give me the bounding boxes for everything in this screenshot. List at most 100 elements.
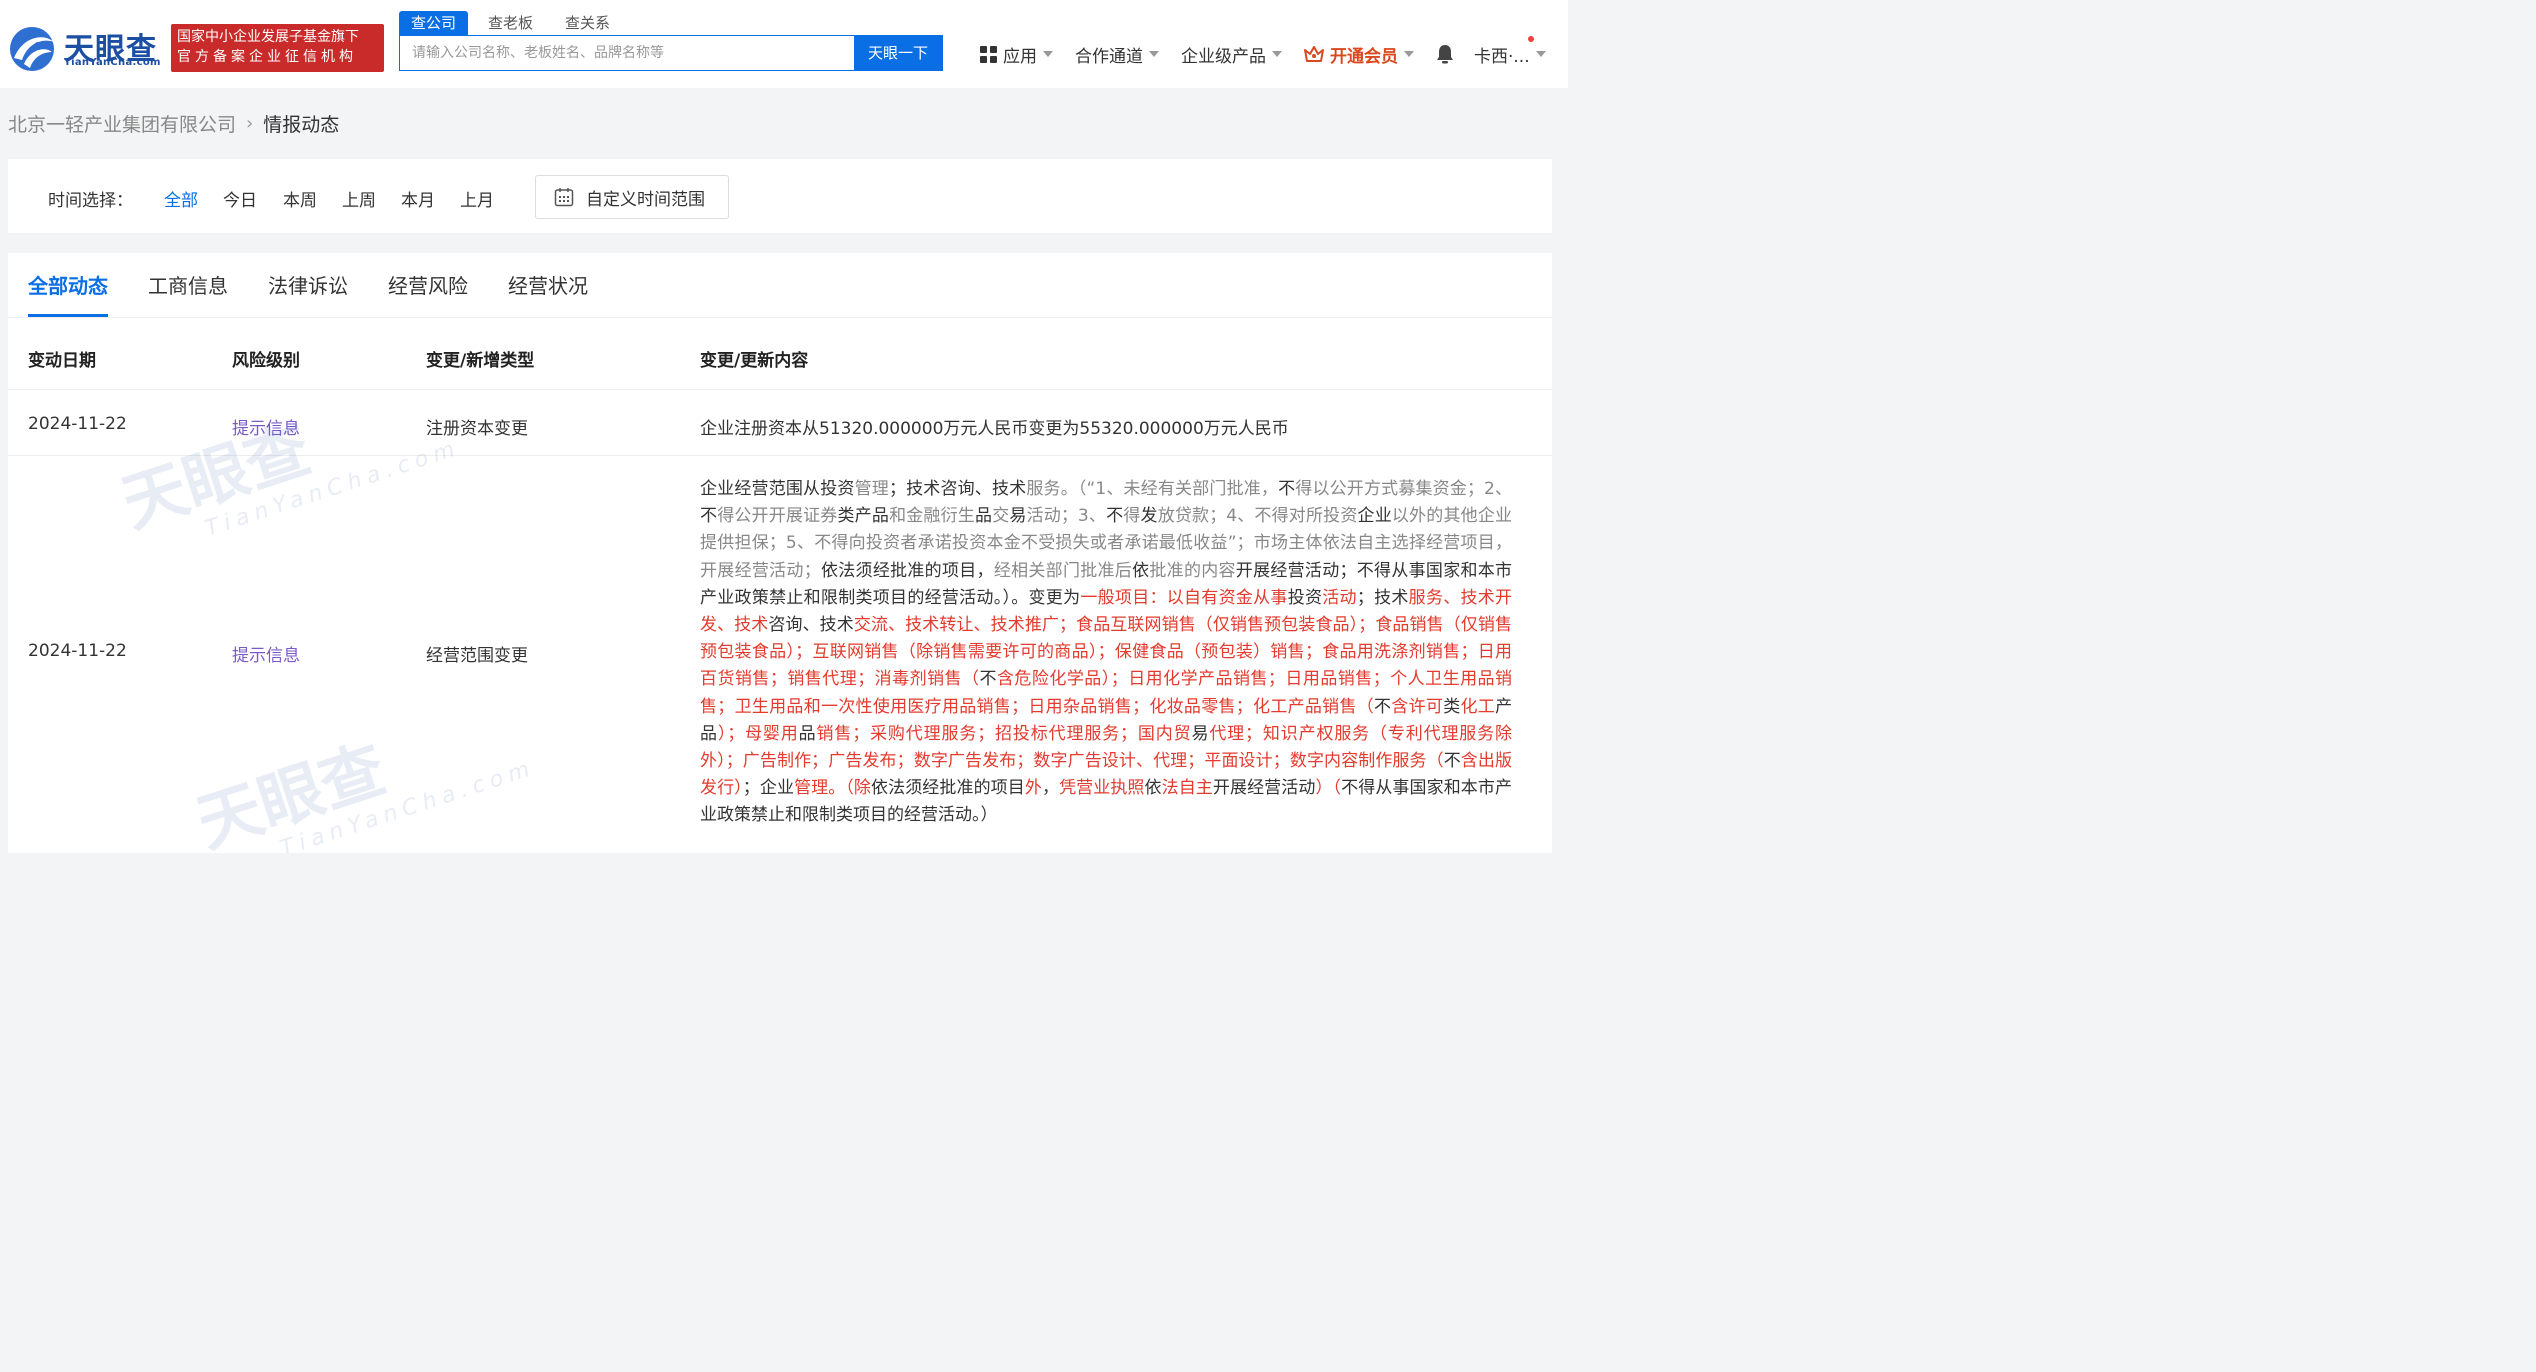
nav-partner[interactable]: 合作通道 [1075,42,1159,67]
bell-icon[interactable] [1436,44,1454,64]
content-segment: 依 [1144,778,1162,799]
crown-icon [1304,46,1324,62]
calendar-icon [554,188,574,207]
row-risk-level[interactable]: 提示信息 [232,414,300,439]
time-option-today[interactable]: 今日 [223,186,257,211]
search-box: 天眼一下 [399,35,943,71]
apps-grid-icon [980,45,997,63]
logo-eye-icon [10,27,54,71]
tab-legal[interactable]: 法律诉讼 [268,253,348,317]
content-segment: 类 [1443,696,1461,717]
chevron-down-icon [1404,51,1414,57]
tab-operation[interactable]: 经营状况 [508,253,588,317]
content-segment: 得 [1123,506,1141,527]
content-segment: 外 [1024,778,1042,799]
content-segment: 管理 [854,479,889,499]
content-segment: 含许可 [1391,696,1444,717]
content-segment: 得公开开展证券 [717,506,838,527]
nav-apps[interactable]: 应用 [980,42,1053,67]
tianyancha-logo[interactable]: 天眼查 TianYanCha.com [8,24,168,74]
content-segment: 不 [1374,696,1392,717]
search-tab-company[interactable]: 查公司 [399,11,469,35]
time-filter-label: 时间选择： [48,191,133,211]
content-segment: 开展经营活动 [1212,778,1316,799]
nav-partner-label: 合作通道 [1075,46,1143,67]
time-option-this-week[interactable]: 本周 [283,186,317,211]
content-segment: ）；母婴用 [717,723,799,744]
gov-badge-line2: 官方备案企业征信机构 [177,49,357,65]
content-segment: 依法须经批准的项目 [871,778,1025,799]
content-segment: ；技术 [1356,587,1409,608]
time-filter-card: 时间选择： 全部 今日 本周 上周 本月 上月 自定义时间范围 [8,159,1552,233]
breadcrumb: 北京一轻产业集团有限公司 › 情报动态 [8,110,339,137]
content-segment: 品 [798,723,817,744]
gov-badge-line1: 国家中小企业发展子基金旗下 [177,29,359,45]
chevron-down-icon [1043,51,1053,57]
content-segment: 销售；采购代理服务；招投标代理服务；国内贸 [816,723,1192,744]
row-content: 企业经营范围从投资管理；技术咨询、技术服务。（“1、未经有关部门批准，不得以公开… [700,476,1512,830]
row-risk-level[interactable]: 提示信息 [232,641,300,666]
content-segment: 放贷款；4、不得对所投资 [1157,506,1358,527]
content-segment: 不 [1278,479,1296,499]
content-segment: ；技术咨询、技术 [888,479,1027,499]
nav-vip[interactable]: 开通会员 [1304,42,1414,67]
custom-range-button[interactable]: 自定义时间范围 [535,175,729,219]
top-nav: 应用 合作通道 企业级产品 开通会员 卡西·... [980,35,1568,68]
content-segment: 依法须经批准的项目， [820,560,994,581]
content-segment: 投资 [1287,587,1323,608]
content-segment: 不 [1106,506,1124,527]
custom-range-label: 自定义时间范围 [586,189,705,210]
content-segment: 凭营业执照 [1059,778,1145,799]
top-header: 天眼查 TianYanCha.com 国家中小企业发展子基金旗下 官方备案企业征… [0,0,1568,88]
search-tab-relation[interactable]: 查关系 [553,11,622,35]
content-segment: ；企业 [742,778,795,799]
search-input[interactable] [400,36,854,70]
header-date: 变动日期 [28,351,96,371]
chevron-down-icon [1535,51,1546,57]
search-type-tabs: 查公司 查老板 查关系 [399,11,630,35]
row-date: 2024-11-22 [28,414,127,434]
row-change-type: 经营范围变更 [426,646,528,666]
table-header: 变动日期 风险级别 变更/新增类型 变更/更新内容 [8,318,1552,390]
logo-subtext: TianYanCha.com [64,57,161,68]
time-option-last-month[interactable]: 上月 [460,186,494,211]
header-content: 变更/更新内容 [700,351,809,371]
time-option-this-month[interactable]: 本月 [401,186,435,211]
content-segment: 活动 [1322,587,1357,608]
nav-user[interactable]: 卡西·... [1474,35,1546,67]
table-row: 2024-11-22 提示信息 注册资本变更 企业注册资本从51320.0000… [8,390,1552,456]
row-content: 企业注册资本从51320.000000万元人民币变更为55320.000000万… [700,419,1289,439]
time-option-all[interactable]: 全部 [164,186,198,211]
search-button[interactable]: 天眼一下 [854,36,942,70]
tab-business-info[interactable]: 工商信息 [148,253,228,317]
content-segment: 活动；3、 [1026,506,1107,527]
chevron-down-icon [1272,51,1282,57]
nav-enterprise[interactable]: 企业级产品 [1181,42,1282,67]
chevron-down-icon [1149,51,1159,57]
breadcrumb-current: 情报动态 [263,114,340,136]
search-tab-boss[interactable]: 查老板 [476,11,545,35]
content-segment: 化工 [1460,696,1496,717]
content-segment: 经相关部门批准后 [993,560,1133,581]
time-option-last-week[interactable]: 上周 [342,186,376,211]
nav-apps-label: 应用 [1003,46,1037,67]
category-tabs: 全部动态 工商信息 法律诉讼 经营风险 经营状况 [28,253,628,317]
content-segment: 企业 [1357,506,1392,527]
content-segment: 不 [1443,751,1461,772]
content-segment: 服务。（“1、未经有关部门批准， [1026,479,1279,499]
content-segment: 品 [975,506,993,527]
content-segment: 类产品 [837,506,890,527]
content-segment: 不 [979,669,997,690]
content-segment: 一般项目：以自有资金从事 [1080,587,1288,608]
row-change-type: 注册资本变更 [426,419,528,439]
tab-all[interactable]: 全部动态 [28,253,108,317]
content-segment: 易 [1009,506,1027,527]
header-risk: 风险级别 [232,351,300,371]
breadcrumb-company[interactable]: 北京一轻产业集团有限公司 [8,110,236,137]
content-segment: 企业经营范围从投资 [700,479,855,499]
tab-risk[interactable]: 经营风险 [388,253,468,317]
chevron-right-icon: › [246,113,254,134]
content-segment: 咨询、技术 [768,615,854,636]
row-date: 2024-11-22 [28,641,127,661]
nav-vip-label: 开通会员 [1330,46,1398,67]
